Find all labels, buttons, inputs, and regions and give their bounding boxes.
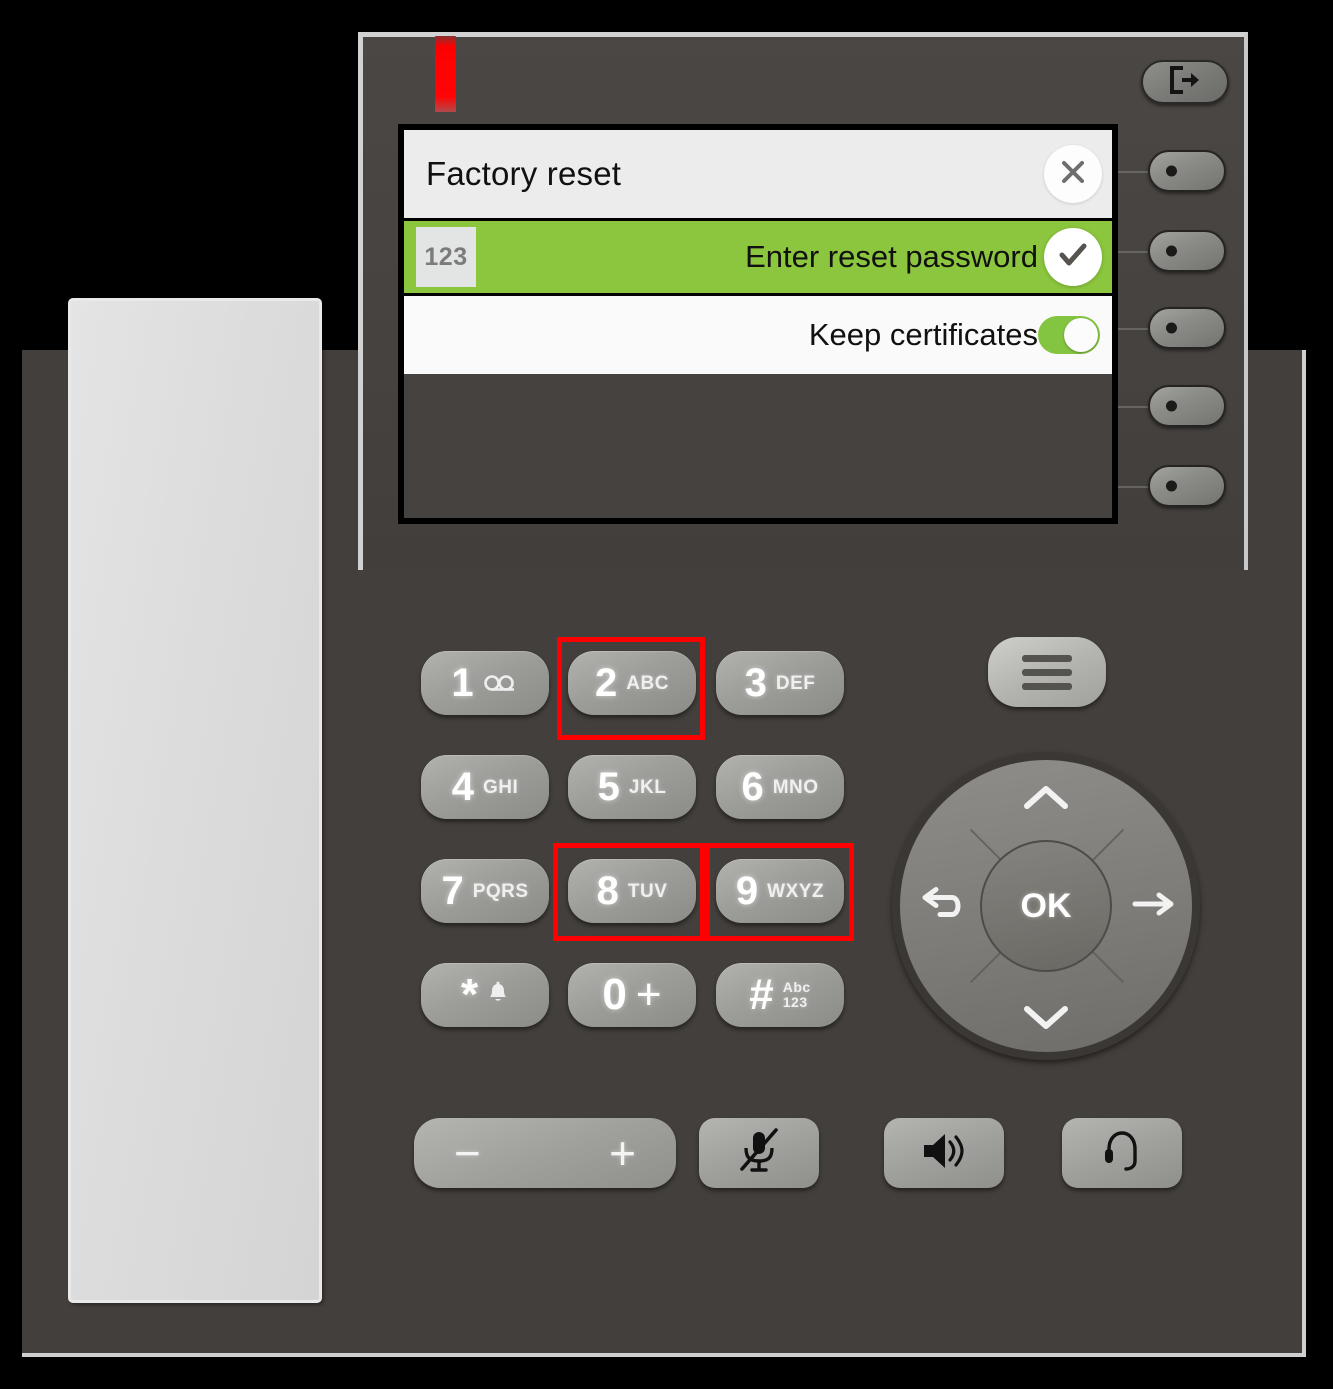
keypad-key-label: * — [460, 970, 479, 1019]
side-key-1[interactable] — [1148, 150, 1226, 192]
keypad-key-hash[interactable]: # Abc 123 — [716, 963, 844, 1027]
volume-rocker[interactable]: − + — [414, 1118, 676, 1188]
side-key-line-2 — [1115, 251, 1149, 253]
menu-button[interactable] — [988, 637, 1106, 707]
menu-bar-3 — [1022, 682, 1072, 690]
nav-right-button[interactable] — [1132, 886, 1176, 926]
keypad-key-letters: TUV — [627, 880, 668, 902]
headset-icon — [1101, 1129, 1143, 1178]
keypad-key-letters: GHI — [482, 776, 519, 798]
keypad-key-star[interactable]: * — [421, 963, 549, 1027]
menu-bar-1 — [1022, 654, 1072, 662]
logout-icon — [1167, 65, 1203, 100]
keypad-key-letters: WXYZ — [767, 880, 825, 902]
bell-icon — [487, 981, 509, 1009]
hamburger-menu-icon — [1022, 654, 1072, 690]
keypad-key-label: 5 — [597, 765, 620, 809]
keypad-key-mode-label: Abc 123 — [782, 979, 811, 1010]
input-mode-badge: 123 — [416, 227, 476, 287]
close-button[interactable] — [1044, 145, 1102, 203]
side-key-4[interactable] — [1148, 385, 1226, 427]
screenshot-root: Factory reset 123 Enter reset password K… — [0, 0, 1333, 1389]
headset-button[interactable] — [1062, 1118, 1182, 1188]
mute-button[interactable] — [699, 1118, 819, 1188]
nav-down-button[interactable] — [1022, 998, 1070, 1038]
keypad-key-2[interactable]: 2 ABC — [568, 651, 696, 715]
keypad-key-letters: JKL — [628, 776, 667, 798]
keypad-key-label: 9 — [735, 869, 759, 913]
keypad-key-label: 3 — [744, 661, 767, 705]
confirm-button[interactable] — [1044, 228, 1102, 286]
keypad-key-label: # — [749, 970, 774, 1019]
keypad-key-5[interactable]: 5 JKL — [568, 755, 696, 819]
keypad-key-8[interactable]: 8 TUV — [568, 859, 696, 923]
nav-back-button[interactable] — [918, 885, 968, 928]
keypad-key-label: 1 — [451, 661, 474, 705]
keypad-key-label: 6 — [741, 765, 764, 809]
keypad-key-letters: PQRS — [472, 880, 529, 902]
menu-item-keep-certificates[interactable]: Keep certificates — [404, 296, 1112, 374]
ok-button-label: OK — [1020, 886, 1072, 925]
keypad-key-0[interactable]: 0 + — [568, 963, 696, 1027]
handset[interactable] — [68, 298, 322, 1303]
voicemail-icon — [483, 670, 519, 696]
side-key-2[interactable] — [1148, 230, 1226, 272]
microphone-muted-icon — [736, 1127, 782, 1180]
keypad-key-6[interactable]: 6 MNO — [716, 755, 844, 819]
keypad-key-letters: DEF — [775, 672, 816, 694]
keypad-key-7[interactable]: 7 PQRS — [421, 859, 549, 923]
keypad-key-letters: ABC — [626, 672, 669, 694]
speaker-icon — [918, 1129, 970, 1178]
side-key-line-1 — [1115, 171, 1149, 173]
keypad-key-label: 4 — [451, 765, 474, 809]
keypad-key-3[interactable]: 3 DEF — [716, 651, 844, 715]
logout-button[interactable] — [1141, 60, 1229, 104]
side-key-line-3 — [1115, 328, 1149, 330]
keypad-key-label: 2 — [595, 661, 618, 705]
checkmark-icon — [1056, 238, 1090, 277]
close-icon — [1058, 157, 1088, 192]
menu-item-enter-reset-password[interactable]: 123 Enter reset password — [404, 218, 1112, 296]
menu-bar-2 — [1022, 668, 1072, 676]
ok-button[interactable]: OK — [980, 840, 1112, 972]
nav-up-button[interactable] — [1022, 778, 1070, 818]
keypad-key-label: 7 — [441, 869, 464, 913]
volume-up-button[interactable]: + — [609, 1130, 636, 1176]
keypad-key-label: 8 — [596, 869, 619, 913]
keypad-key-label: 0 — [602, 970, 627, 1019]
side-key-3[interactable] — [1148, 307, 1226, 349]
navigation-wheel[interactable]: OK — [892, 752, 1200, 1060]
page-title: Factory reset — [426, 155, 622, 192]
message-waiting-led — [435, 36, 456, 112]
dialog-header: Factory reset — [404, 130, 1112, 218]
keypad-key-1[interactable]: 1 — [421, 651, 549, 715]
side-key-line-4 — [1115, 406, 1149, 408]
phone-display: Factory reset 123 Enter reset password K… — [398, 124, 1118, 524]
keypad-key-plus: + — [635, 970, 662, 1019]
side-key-line-5 — [1115, 486, 1149, 488]
keypad-key-9[interactable]: 9 WXYZ — [716, 859, 844, 923]
keypad-key-4[interactable]: 4 GHI — [421, 755, 549, 819]
volume-down-button[interactable]: − — [454, 1130, 481, 1176]
keep-certificates-toggle[interactable] — [1038, 316, 1100, 354]
keypad-key-letters: MNO — [772, 776, 819, 798]
side-key-5[interactable] — [1148, 465, 1226, 507]
speaker-button[interactable] — [884, 1118, 1004, 1188]
